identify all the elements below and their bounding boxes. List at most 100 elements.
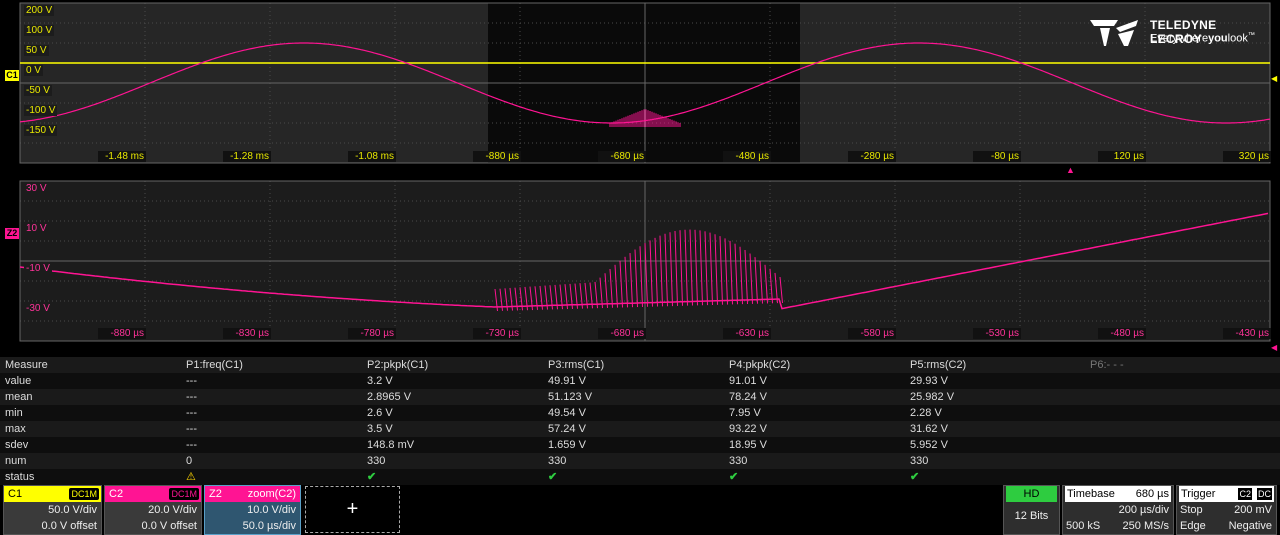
- measure-row: min --- 2.6 V 49.54 V 7.95 V 2.28 V: [0, 405, 1280, 421]
- volt-label: 0 V: [24, 65, 44, 76]
- measure-cell: 330: [910, 455, 929, 467]
- measure-row: max --- 3.5 V 57.24 V 93.22 V 31.62 V: [0, 421, 1280, 437]
- measure-row: sdev --- 148.8 mV 1.659 V 18.95 V 5.952 V: [0, 437, 1280, 453]
- time-label: -1.48 ms: [98, 151, 146, 162]
- measure-cell: 78.24 V: [729, 391, 767, 403]
- c2-descriptor[interactable]: C2 DC1M 20.0 V/div 0.0 V offset: [104, 485, 202, 535]
- measure-cell: sdev: [5, 439, 29, 451]
- measure-header[interactable]: P3:rms(C1): [548, 357, 604, 373]
- timebase-samples: 500 kS: [1066, 520, 1101, 532]
- trigger-type: Edge: [1180, 520, 1206, 532]
- measure-cell: min: [5, 407, 23, 419]
- trigger-coupling: DC: [1257, 488, 1272, 500]
- zoom-waveform-grid[interactable]: [19, 180, 1271, 342]
- zoom-waveform-plot: [19, 180, 1271, 342]
- trigger-level-arrow-icon: ◀: [1271, 74, 1278, 83]
- volt-label: -100 V: [24, 105, 58, 116]
- measure-cell: 2.28 V: [910, 407, 942, 419]
- teledyne-lecroy-logo: TELEDYNE LECROY Everywhereyoulook™: [1088, 16, 1268, 50]
- measure-cell: 330: [548, 455, 567, 467]
- measure-cell: 330: [729, 455, 748, 467]
- measure-cell: 29.93 V: [910, 375, 948, 387]
- time-label: -1.28 ms: [223, 151, 271, 162]
- teledyne-logo-icon: [1090, 20, 1138, 46]
- z2-descriptor[interactable]: Z2 zoom(C2) 10.0 V/div 50.0 µs/div: [204, 485, 301, 535]
- timebase-descriptor[interactable]: Timebase 680 µs 200 µs/div 500 kS 250 MS/s: [1062, 485, 1174, 535]
- volt-label: -30 V: [24, 303, 52, 314]
- time-label: -580 µs: [848, 328, 896, 339]
- add-trace-button[interactable]: +: [305, 486, 400, 533]
- hd-bits: 12 Bits: [1014, 510, 1049, 522]
- measure-table: Measure P1:freq(C1) P2:pkpk(C1) P3:rms(C1) P…: [0, 357, 1280, 485]
- measure-cell: status: [5, 471, 35, 483]
- z2-vdiv: 10.0 V/div: [247, 504, 296, 516]
- trigger-label: Trigger: [1181, 488, 1216, 500]
- status-ok-icon: ✔: [910, 471, 920, 483]
- trigger-descriptor[interactable]: Trigger C2 DC Stop 200 mV Edge Negative: [1176, 485, 1277, 535]
- c1-descriptor[interactable]: C1 DC1M 50.0 V/div 0.0 V offset: [3, 485, 102, 535]
- measure-cell: 2.6 V: [367, 407, 393, 419]
- time-label: -430 µs: [1223, 328, 1271, 339]
- measure-cell: 49.54 V: [548, 407, 586, 419]
- measure-cell: 93.22 V: [729, 423, 767, 435]
- time-label: -480 µs: [1098, 328, 1146, 339]
- time-label: -830 µs: [223, 328, 271, 339]
- logo-tagline: Everywhereyoulook™: [1150, 32, 1255, 45]
- hd-descriptor[interactable]: HD 12 Bits: [1003, 485, 1060, 535]
- time-label: -480 µs: [723, 151, 771, 162]
- measure-header[interactable]: P1:freq(C1): [186, 357, 243, 373]
- trigger-source: C2: [1238, 488, 1252, 500]
- status-warning-icon: ⚠: [186, 471, 196, 483]
- measure-row: status ⚠ ✔ ✔ ✔ ✔: [0, 469, 1280, 485]
- measure-cell: num: [5, 455, 27, 467]
- volt-label: 100 V: [24, 25, 55, 36]
- measure-header[interactable]: P4:pkpk(C2): [729, 357, 790, 373]
- measure-cell: 51.123 V: [548, 391, 593, 403]
- measure-cell: ---: [186, 439, 197, 451]
- trigger-level: 200 mV: [1234, 504, 1272, 516]
- main-waveform-grid[interactable]: [19, 2, 1271, 164]
- z2-name: Z2: [209, 488, 222, 500]
- measure-header-row: Measure P1:freq(C1) P2:pkpk(C1) P3:rms(C1) P…: [0, 357, 1280, 373]
- measure-cell: 57.24 V: [548, 423, 586, 435]
- c1-vdiv: 50.0 V/div: [48, 504, 97, 516]
- measure-cell: 25.982 V: [910, 391, 955, 403]
- measure-cell: ---: [186, 375, 197, 387]
- measure-cell: 7.95 V: [729, 407, 761, 419]
- measure-cell: mean: [5, 391, 33, 403]
- measure-header[interactable]: P2:pkpk(C1): [367, 357, 428, 373]
- measure-cell: 18.95 V: [729, 439, 767, 451]
- trigger-position-marker[interactable]: ▲: [1066, 165, 1075, 175]
- measure-cell: ---: [186, 391, 197, 403]
- c1-name: C1: [8, 488, 23, 500]
- measure-cell: 2.8965 V: [367, 391, 412, 403]
- time-label: -780 µs: [348, 328, 396, 339]
- time-label: -880 µs: [473, 151, 521, 162]
- measure-cell: 31.62 V: [910, 423, 948, 435]
- volt-label: 50 V: [24, 45, 49, 56]
- measure-cell: 49.91 V: [548, 375, 586, 387]
- volt-label: 200 V: [24, 5, 55, 16]
- measure-header[interactable]: P5:rms(C2): [910, 357, 966, 373]
- status-ok-icon: ✔: [367, 471, 377, 483]
- z2-channel-marker[interactable]: Z2: [5, 228, 19, 239]
- measure-cell: 148.8 mV: [367, 439, 415, 451]
- timebase-tdiv: 200 µs/div: [1118, 504, 1169, 516]
- measure-cell: 330: [367, 455, 386, 467]
- measure-row: num 0 330 330 330 330: [0, 453, 1280, 469]
- volt-label: -150 V: [24, 125, 58, 136]
- c2-vdiv: 20.0 V/div: [148, 504, 197, 516]
- timebase-label: Timebase: [1067, 488, 1115, 500]
- measure-cell: 0: [186, 455, 193, 467]
- c1-channel-marker[interactable]: C1: [5, 70, 19, 81]
- measure-header[interactable]: Measure: [5, 357, 48, 373]
- time-label: -80 µs: [973, 151, 1021, 162]
- time-label: -280 µs: [848, 151, 896, 162]
- time-label: -880 µs: [98, 328, 146, 339]
- time-label: -1.08 ms: [348, 151, 396, 162]
- measure-cell: max: [5, 423, 26, 435]
- z2-mode: zoom(C2): [247, 488, 296, 500]
- trigger-mode: Stop: [1180, 504, 1203, 516]
- z2-burst: [494, 229, 783, 312]
- measure-header[interactable]: P6:- - -: [1090, 357, 1124, 373]
